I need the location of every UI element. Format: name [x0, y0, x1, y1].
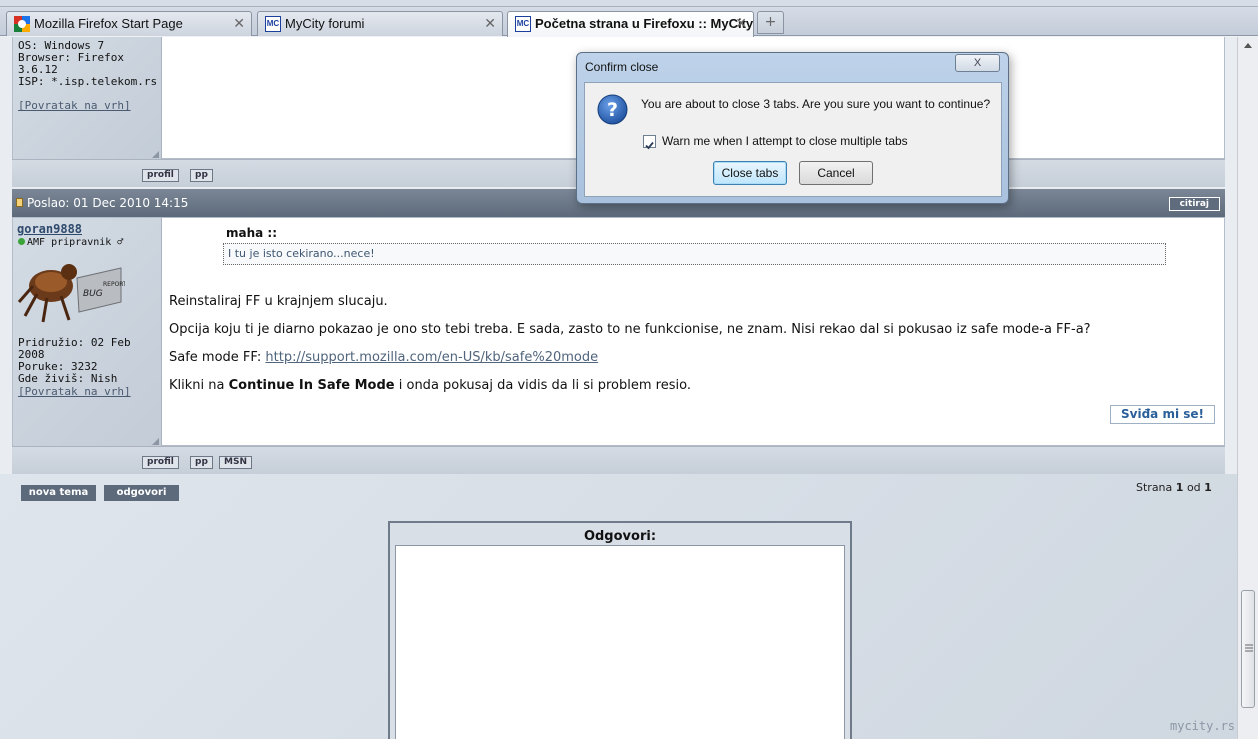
mycity-favicon-icon: MC: [515, 16, 531, 32]
tab-close-icon[interactable]: ✕: [233, 15, 245, 32]
online-status-icon: [18, 238, 25, 245]
pm-button[interactable]: pp: [190, 456, 213, 469]
scroll-up-icon[interactable]: [1241, 39, 1255, 53]
author-joined: Pridružio: 02 Feb 2008: [18, 336, 131, 361]
post-date: Poslao: 01 Dec 2010 14:15: [27, 196, 189, 210]
author-system-info: OS: Windows 7 Browser: Firefox 3.6.12 IS…: [18, 39, 158, 88]
paragraph-text: Klikni na: [169, 378, 225, 393]
question-icon: ?: [597, 94, 628, 125]
pagination-total: 1: [1204, 481, 1212, 494]
tab-label: Početna strana u Firefoxu :: MyCity: [535, 16, 754, 31]
pagination-current: 1: [1175, 481, 1184, 494]
post-author-column: OS: Windows 7 Browser: Firefox 3.6.12 IS…: [13, 37, 162, 160]
profile-button[interactable]: profil: [142, 456, 179, 469]
msn-button[interactable]: MSN: [219, 456, 252, 469]
post-author-column: goran9888 AMF pripravnik ♂ BUG REPORT Pr…: [13, 218, 162, 447]
google-favicon-icon: [14, 16, 30, 32]
tab-pocetna-strana-active[interactable]: MC Početna strana u Firefoxu :: MyCity ✕: [507, 11, 754, 37]
tab-mycity-forumi[interactable]: MC MyCity forumi ✕: [257, 11, 503, 36]
tab-close-icon[interactable]: ✕: [484, 15, 496, 32]
tab-bar: Mozilla Firefox Start Page ✕ MC MyCity f…: [0, 7, 1258, 37]
dialog-close-button[interactable]: X: [955, 54, 1000, 72]
pagination-info: Strana 1 od 1: [1136, 481, 1212, 494]
quote-box: I tu je isto cekirano...nece!: [223, 243, 1166, 265]
safe-mode-link[interactable]: http://support.mozilla.com/en-US/kb/safe…: [265, 350, 598, 365]
pagination-label: od: [1186, 481, 1201, 494]
post-body: maha :: I tu je isto cekirano...nece! Re…: [169, 218, 1219, 447]
profile-button[interactable]: profil: [142, 169, 179, 182]
author-rank: AMF pripravnik ♂: [18, 237, 123, 248]
post-paragraph: Klikni na Continue In Safe Mode i onda p…: [169, 378, 691, 393]
svg-text:BUG: BUG: [83, 289, 103, 299]
quote-author: maha ::: [226, 226, 278, 240]
author-location: Gde živiš: Nish: [18, 372, 118, 385]
tab-close-icon[interactable]: ✕: [735, 15, 747, 32]
paragraph-bold-text: Continue In Safe Mode: [228, 378, 395, 393]
pagination-label: Strana: [1136, 481, 1173, 494]
scroll-grip-icon: [1245, 644, 1253, 652]
vertical-scrollbar[interactable]: [1237, 37, 1258, 739]
author-username[interactable]: goran9888: [17, 222, 82, 236]
author-avatar: BUG REPORT: [17, 250, 127, 326]
window-top-strip: [0, 0, 1258, 7]
back-to-top-link[interactable]: [Povratak na vrh]: [18, 99, 131, 112]
checkmark-icon: [645, 141, 654, 150]
pm-button[interactable]: pp: [190, 169, 213, 182]
warn-checkbox[interactable]: [643, 135, 656, 150]
post-icon: [16, 198, 23, 207]
author-rank-text: AMF pripravnik ♂: [27, 237, 124, 248]
reply-button[interactable]: odgovori: [104, 485, 179, 501]
mycity-favicon-icon: MC: [265, 16, 281, 32]
dialog-body: ? You are about to close 3 tabs. Are you…: [584, 82, 1002, 197]
post-paragraph: Safe mode FF: http://support.mozilla.com…: [169, 350, 598, 365]
new-topic-button[interactable]: nova tema: [21, 485, 96, 501]
reply-box: Odgovori:: [388, 521, 852, 739]
corner-marker: [152, 438, 159, 445]
tab-label: MyCity forumi: [285, 16, 365, 31]
author-stats: Pridružio: 02 Feb 2008 Poruke: 3232 Gde …: [18, 337, 161, 385]
back-to-top-link[interactable]: [Povratak na vrh]: [18, 385, 131, 398]
corner-marker: [152, 151, 159, 158]
tab-label: Mozilla Firefox Start Page: [34, 16, 183, 31]
quote-button[interactable]: citiraj: [1168, 197, 1220, 211]
post-paragraph: Opcija koju ti je diarno pokazao je ono …: [169, 322, 1091, 337]
tab-mozilla-start-page[interactable]: Mozilla Firefox Start Page ✕: [6, 11, 252, 36]
safe-mode-label: Safe mode FF:: [169, 350, 262, 365]
dialog-title: Confirm close: [585, 60, 659, 74]
svg-text:?: ?: [607, 99, 618, 121]
watermark: mycity.rs: [1170, 719, 1236, 733]
cancel-button[interactable]: Cancel: [799, 161, 873, 185]
post-paragraph: Reinstaliraj FF u krajnjem slucaju.: [169, 294, 388, 309]
scrollbar-thumb[interactable]: [1241, 590, 1255, 708]
new-tab-button[interactable]: +: [757, 11, 784, 34]
confirm-close-dialog: Confirm close X ? You are about to close…: [576, 52, 1009, 204]
reply-box-title: Odgovori:: [583, 529, 657, 544]
forum-post: goran9888 AMF pripravnik ♂ BUG REPORT Pr…: [12, 217, 1225, 447]
close-tabs-button[interactable]: Close tabs: [713, 161, 787, 185]
paragraph-text: i onda pokusaj da vidis da li si problem…: [398, 378, 691, 393]
dialog-message: You are about to close 3 tabs. Are you s…: [641, 97, 991, 111]
reply-textarea[interactable]: [395, 545, 845, 739]
like-button[interactable]: Sviđa mi se!: [1110, 405, 1215, 424]
warn-checkbox-label[interactable]: Warn me when I attempt to close multiple…: [662, 134, 908, 148]
post-footer-bar: profil pp MSN: [12, 446, 1225, 474]
svg-text:REPORT: REPORT: [103, 281, 125, 288]
